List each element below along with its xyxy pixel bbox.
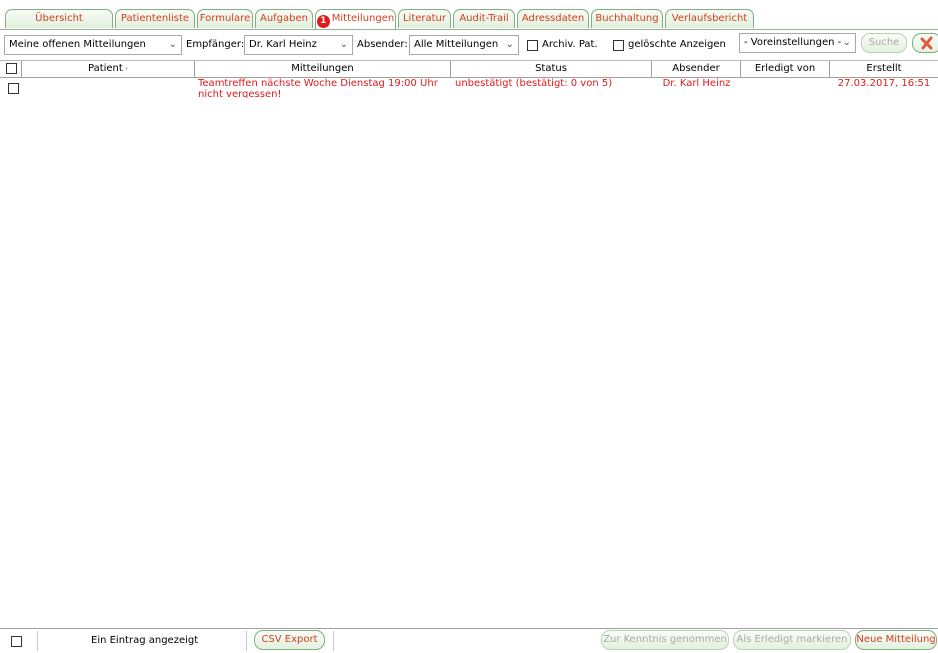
- sort-indicator-icon: ›: [124, 64, 129, 73]
- acknowledge-button[interactable]: Zur Kenntnis genommen: [601, 630, 729, 650]
- table-body-empty-area: [0, 99, 938, 627]
- tab-label: Literatur: [402, 13, 447, 24]
- column-header-absender[interactable]: Absender: [652, 61, 741, 77]
- archived-patients-checkbox[interactable]: [527, 40, 538, 51]
- search-button[interactable]: Suche: [861, 33, 907, 53]
- tab-label: Audit-Trail: [459, 13, 509, 24]
- sender-label: Absender:: [357, 39, 408, 50]
- recipient-select[interactable]: Dr. Karl Heinz ⌄: [244, 35, 353, 55]
- mark-done-label: Als Erledigt markieren: [736, 634, 848, 645]
- column-header-label: Absender: [672, 63, 720, 74]
- tab-bar: Übersicht Patientenliste Formulare Aufga…: [0, 0, 938, 30]
- view-select[interactable]: Meine offenen Mitteilungen ⌄: [4, 35, 182, 55]
- presets-select[interactable]: - Voreinstellungen - ⌄: [739, 33, 856, 53]
- column-header-label: Erstellt: [866, 63, 902, 74]
- tab-label: Verlaufsbericht: [671, 13, 748, 24]
- mark-done-button[interactable]: Als Erledigt markieren: [733, 630, 851, 650]
- column-header-label: Erledigt von: [754, 63, 816, 74]
- row-status: unbestätigt (bestätigt: 0 von 5): [455, 78, 613, 89]
- recipient-label: Empfänger:: [186, 39, 245, 50]
- column-header-label: Patient: [87, 63, 123, 74]
- chevron-down-icon: ⌄: [168, 39, 177, 50]
- reset-filters-button[interactable]: [912, 33, 938, 53]
- row-patient: [26, 78, 191, 98]
- column-header-mitteilungen[interactable]: Mitteilungen: [195, 61, 451, 77]
- new-message-label: Neue Mitteilung: [856, 634, 936, 645]
- tab-patientenliste[interactable]: Patientenliste: [115, 9, 195, 28]
- divider: [246, 631, 247, 651]
- view-select-value: Meine offenen Mitteilungen: [9, 39, 146, 50]
- tab-literatur[interactable]: Literatur: [398, 9, 451, 28]
- divider: [333, 631, 334, 651]
- footer-select-all-checkbox[interactable]: [11, 636, 22, 647]
- acknowledge-label: Zur Kenntnis genommen: [603, 634, 727, 645]
- column-header-label: Status: [535, 63, 567, 74]
- column-header-status[interactable]: Status: [451, 61, 652, 77]
- tab-label: Aufgaben: [259, 13, 308, 24]
- row-message: Teamtreffen nächste Woche Dienstag 19:00…: [198, 78, 438, 98]
- search-button-label: Suche: [868, 37, 900, 48]
- row-done-by: [741, 78, 830, 98]
- show-deleted-label: gelöschte Anzeigen: [628, 39, 726, 50]
- csv-export-button[interactable]: CSV Export: [254, 630, 325, 650]
- divider: [37, 631, 38, 651]
- show-deleted-checkbox[interactable]: [613, 40, 624, 51]
- new-message-button[interactable]: Neue Mitteilung: [855, 630, 937, 650]
- table-header: Patient › Mitteilungen Status Absender Er…: [0, 61, 938, 78]
- table-row[interactable]: Teamtreffen nächste Woche Dienstag 19:00…: [0, 78, 938, 98]
- entry-count-text: Ein Eintrag angezeigt: [91, 635, 199, 646]
- column-header-erledigt-von[interactable]: Erledigt von: [741, 61, 830, 77]
- chevron-down-icon: ⌄: [339, 39, 348, 50]
- tab-formulare[interactable]: Formulare: [197, 9, 253, 28]
- tab-label: Formulare: [199, 13, 251, 24]
- tab-buchhaltung[interactable]: Buchhaltung: [591, 9, 663, 28]
- column-header-label: Mitteilungen: [291, 63, 354, 74]
- column-header-erstellt[interactable]: Erstellt: [830, 61, 938, 77]
- chevron-down-icon: ⌄: [842, 37, 851, 48]
- row-checkbox[interactable]: [8, 83, 19, 94]
- tab-verlaufsbericht[interactable]: Verlaufsbericht: [665, 9, 754, 28]
- tab-label: Patientenliste: [120, 13, 190, 24]
- tab-mitteilungen[interactable]: 1 Mitteilungen: [315, 9, 396, 29]
- notification-badge: 1: [316, 15, 330, 28]
- column-header-patient[interactable]: Patient ›: [22, 61, 195, 77]
- archived-patients-label: Archiv. Pat.: [542, 39, 598, 50]
- tab-label: Buchhaltung: [595, 13, 659, 24]
- filter-bar: Meine offenen Mitteilungen ⌄ Empfänger: …: [0, 30, 938, 61]
- row-created: 27.03.2017, 16:51: [837, 78, 931, 89]
- tab-uebersicht[interactable]: Übersicht: [5, 9, 113, 28]
- tab-adressdaten[interactable]: Adressdaten: [517, 9, 589, 28]
- tab-label: Adressdaten: [521, 13, 585, 24]
- recipient-select-value: Dr. Karl Heinz: [249, 39, 317, 50]
- chevron-down-icon: ⌄: [505, 39, 514, 50]
- tab-audit-trail[interactable]: Audit-Trail: [453, 9, 515, 28]
- sender-select[interactable]: Alle Mitteilungen ⌄: [409, 35, 519, 55]
- tab-label: Mitteilungen: [331, 13, 395, 24]
- select-all-cell: [0, 61, 22, 77]
- select-all-checkbox[interactable]: [6, 63, 17, 74]
- tab-aufgaben[interactable]: Aufgaben: [255, 9, 313, 28]
- footer-bar: Ein Eintrag angezeigt CSV Export Zur Ken…: [0, 628, 938, 653]
- presets-select-value: - Voreinstellungen -: [744, 37, 842, 48]
- delete-icon: [920, 36, 933, 50]
- csv-export-label: CSV Export: [261, 634, 318, 645]
- sender-select-value: Alle Mitteilungen: [414, 39, 499, 50]
- row-sender: Dr. Karl Heinz: [662, 78, 731, 89]
- tab-label: Übersicht: [35, 13, 83, 24]
